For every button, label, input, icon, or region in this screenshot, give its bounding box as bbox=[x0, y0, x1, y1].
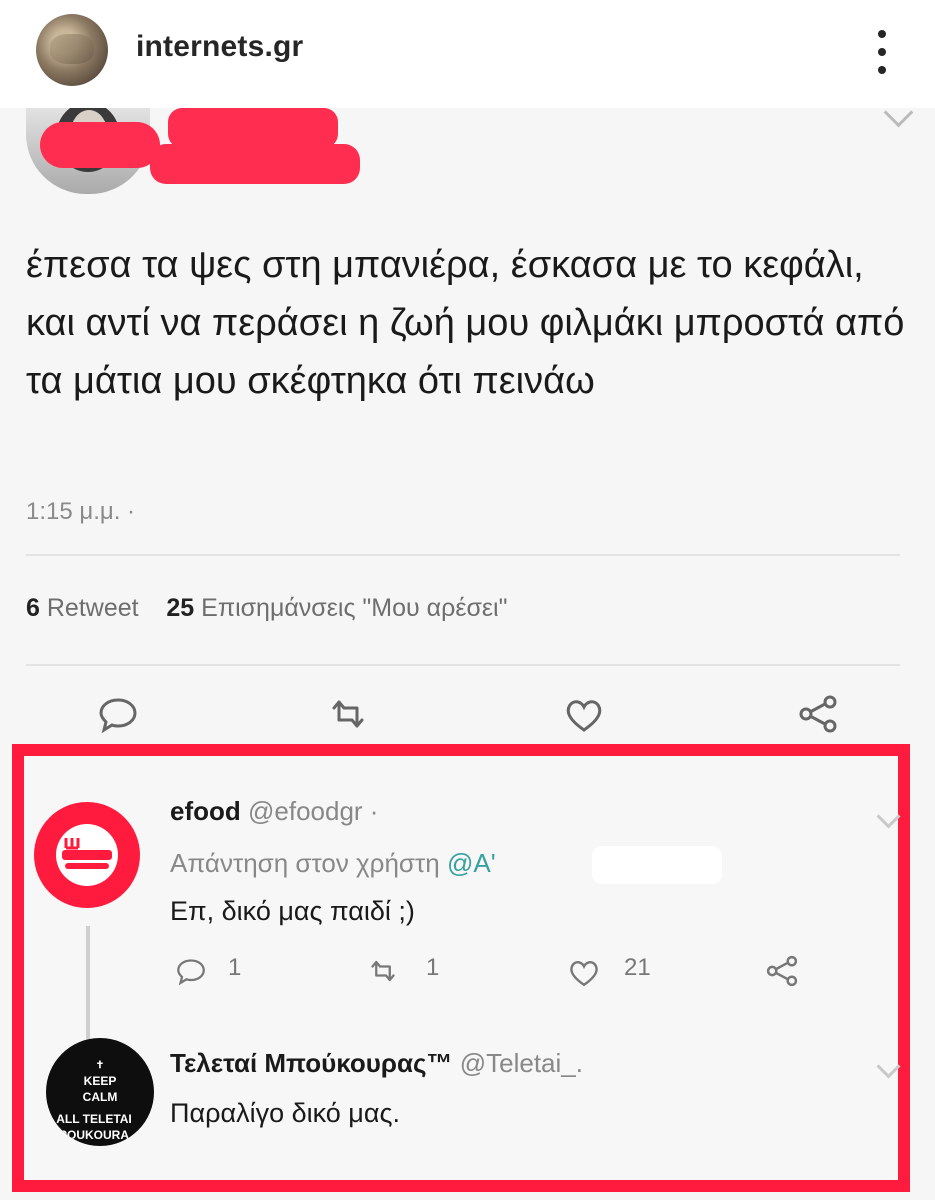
chevron-down-icon bbox=[883, 108, 914, 128]
redaction-mark bbox=[40, 122, 160, 168]
like-count: 21 bbox=[624, 954, 651, 981]
efood-avatar bbox=[34, 802, 140, 908]
instagram-header: internets.gr bbox=[0, 0, 935, 108]
replying-to: Απάντηση στον χρήστη @Α' bbox=[170, 848, 496, 879]
reply-icon bbox=[177, 959, 205, 986]
reply-count: 1 bbox=[228, 954, 242, 981]
tweet-text: έπεσα τα ψες στη μπανιέρα, έσκασα με το … bbox=[26, 244, 905, 402]
reply-text: Επ, δικό μας παιδί ;) bbox=[170, 896, 415, 926]
more-options-icon[interactable] bbox=[872, 28, 892, 76]
reply-icon bbox=[99, 698, 137, 734]
reply-author-handle: @efoodgr · bbox=[248, 796, 379, 826]
retweet-count: 1 bbox=[426, 954, 440, 981]
redaction-mark bbox=[150, 144, 360, 184]
retweet-icon bbox=[332, 700, 364, 728]
tweet-stats: 6 Retweet 25 Επισημάνσεις "Μου αρέσει" bbox=[26, 594, 507, 623]
retweet-label: Retweet bbox=[46, 594, 139, 622]
reply-author-handle: @Teletai_. bbox=[459, 1048, 583, 1078]
account-name[interactable]: internets.gr bbox=[136, 30, 303, 64]
thread-line bbox=[86, 926, 90, 1044]
heart-icon bbox=[570, 961, 598, 987]
profile-avatar[interactable] bbox=[36, 14, 108, 86]
heart-icon bbox=[566, 700, 602, 732]
replying-label: Απάντηση στον χρήστη bbox=[170, 848, 440, 878]
replying-mention: @Α' bbox=[446, 848, 496, 878]
share-icon bbox=[799, 695, 837, 733]
like-label: Επισημάνσεις "Μου αρέσει" bbox=[201, 594, 508, 622]
retweet-count: 6 bbox=[26, 594, 40, 622]
tweet-timestamp: 1:15 μ.μ. · bbox=[26, 498, 136, 525]
fork-icon bbox=[62, 838, 112, 869]
reply-author: efood @efoodgr · bbox=[170, 796, 378, 827]
share-icon bbox=[766, 955, 798, 987]
retweet-icon bbox=[371, 960, 395, 982]
teletai-avatar: ✝ KEEP CALM ALL TELETAI POUKOURA bbox=[46, 1038, 154, 1146]
reply-text: Παραλίγο δικό μας. bbox=[170, 1098, 400, 1128]
tweet-screenshot: έπεσα τα ψες στη μπανιέρα, έσκασα με το … bbox=[0, 108, 935, 1200]
divider bbox=[26, 664, 900, 666]
redaction-mark bbox=[592, 846, 722, 884]
reply-author-name: Τελεταί Μπούκουρας™ bbox=[170, 1048, 453, 1078]
divider bbox=[26, 554, 900, 556]
redaction-mark bbox=[168, 108, 338, 148]
reply-author-name: efood bbox=[170, 796, 241, 826]
reply-author: Τελεταί Μπούκουρας™ @Teletai_. bbox=[170, 1048, 583, 1079]
like-count: 25 bbox=[166, 594, 195, 622]
